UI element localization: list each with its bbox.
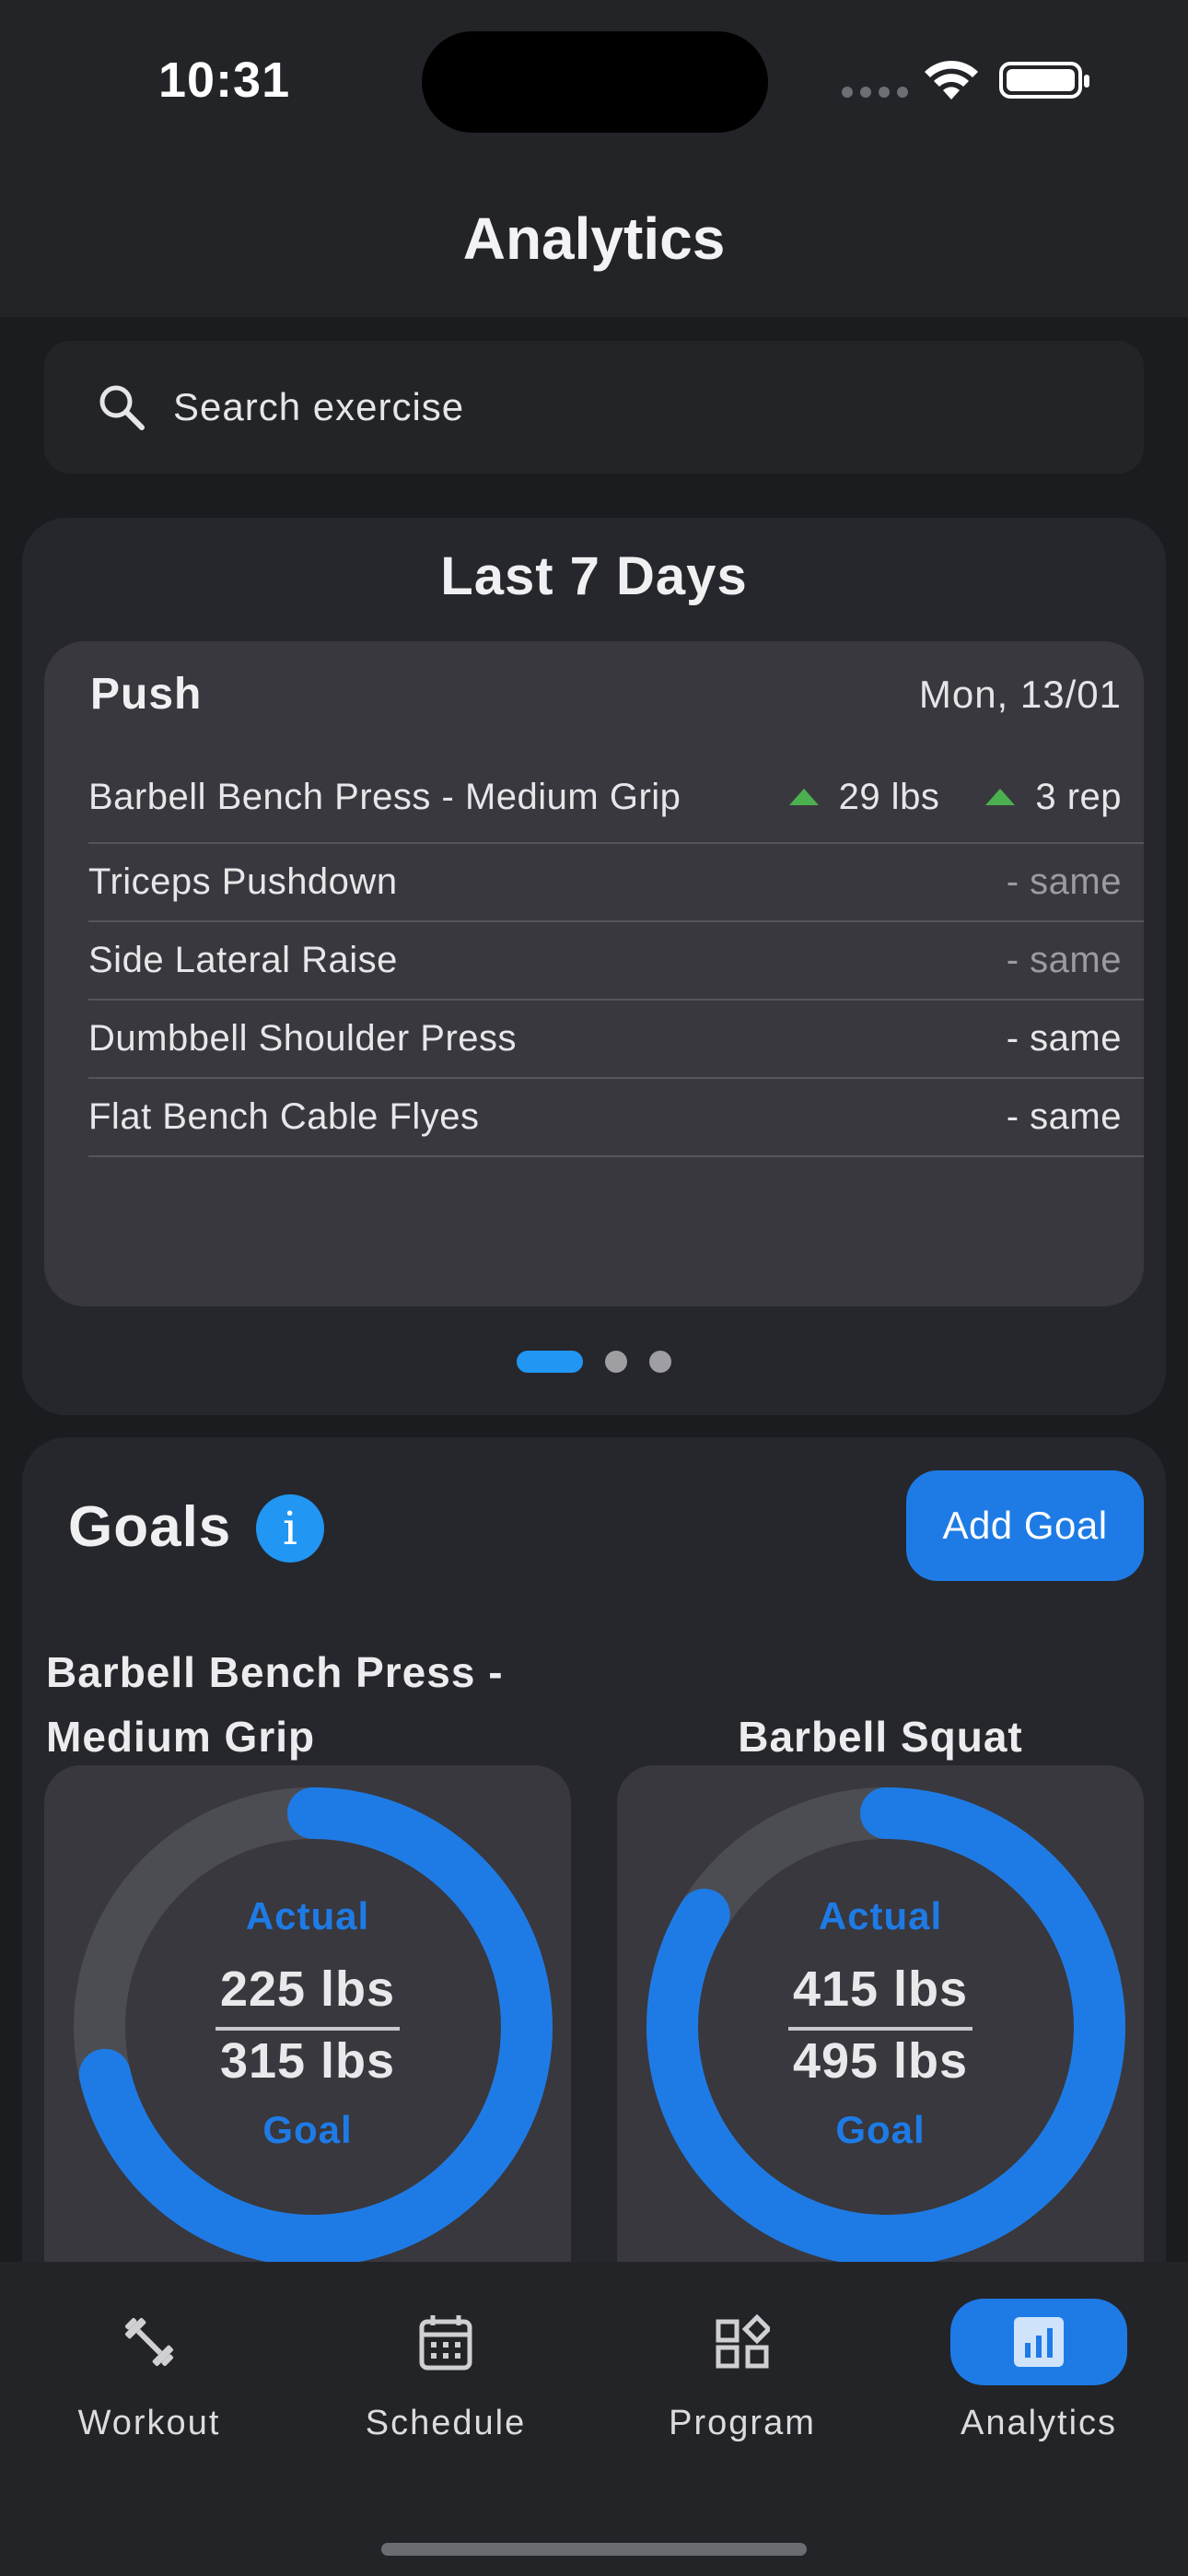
exercise-row[interactable]: Dumbbell Shoulder Press - same [88, 1001, 1144, 1079]
info-icon[interactable]: i [256, 1494, 324, 1563]
nav-label: Program [669, 2404, 816, 2442]
dynamic-island [422, 31, 768, 133]
goal-label: Goal [262, 2108, 353, 2151]
goal-label: Goal [835, 2108, 926, 2151]
fraction-divider [215, 2027, 400, 2031]
goals-title: Goals [68, 1495, 232, 1559]
weight-change: 29 lbs [838, 776, 940, 817]
dumbbell-icon [61, 2299, 238, 2385]
goal-progress-card[interactable]: Actual 415 lbs 495 lbs Goal [617, 1765, 1144, 2318]
nav-item-workout[interactable]: Workout [11, 2299, 287, 2443]
nav-label: Analytics [960, 2404, 1118, 2442]
exercise-name: Side Lateral Raise [88, 940, 398, 980]
exercise-change: - same [1006, 861, 1122, 902]
search-icon [99, 385, 145, 430]
exercise-name: Triceps Pushdown [88, 861, 398, 902]
bottom-navigation: Workout Schedule Program Analytics [0, 2262, 1188, 2576]
calendar-icon [357, 2299, 534, 2385]
workout-summary-card[interactable]: Push Mon, 13/01 Barbell Bench Press - Me… [44, 641, 1144, 1306]
goal-value: 495 lbs [792, 2033, 969, 2089]
actual-value: 415 lbs [792, 1961, 969, 2017]
workout-name: Push [90, 670, 203, 719]
exercise-row[interactable]: Triceps Pushdown - same [88, 844, 1144, 922]
exercise-name: Flat Bench Cable Flyes [88, 1096, 480, 1137]
page-dot[interactable] [605, 1351, 627, 1373]
exercise-row[interactable]: Barbell Bench Press - Medium Grip 29 lbs… [88, 752, 1144, 844]
page-dot-active[interactable] [517, 1351, 583, 1373]
exercise-name: Barbell Bench Press - Medium Grip [88, 776, 681, 817]
battery-icon [999, 62, 1089, 99]
actual-value: 225 lbs [219, 1961, 396, 2017]
page-indicator[interactable] [22, 1351, 1166, 1373]
nav-item-analytics[interactable]: Analytics [901, 2299, 1177, 2443]
exercise-progress: 29 lbs 3 rep [743, 777, 1122, 818]
increase-arrow-icon [788, 789, 819, 805]
search-bar[interactable] [44, 341, 1144, 474]
goal-progress-card[interactable]: Actual 225 lbs 315 lbs Goal [44, 1765, 571, 2318]
cellular-signal-icon [842, 87, 908, 98]
exercise-change: - same [1006, 1096, 1122, 1137]
exercise-change: - same [1006, 1018, 1122, 1059]
nav-item-schedule[interactable]: Schedule [308, 2299, 584, 2443]
last-7-days-card: Last 7 Days Push Mon, 13/01 Barbell Benc… [22, 518, 1166, 1415]
increase-arrow-icon [985, 789, 1016, 805]
last-7-days-title: Last 7 Days [440, 546, 748, 606]
home-indicator [381, 2543, 807, 2556]
exercise-row[interactable]: Flat Bench Cable Flyes - same [88, 1079, 1144, 1157]
add-goal-button[interactable]: Add Goal [906, 1470, 1144, 1581]
workout-date: Mon, 13/01 [918, 673, 1122, 716]
exercise-list: Barbell Bench Press - Medium Grip 29 lbs… [88, 752, 1144, 1157]
grid-shapes-icon [654, 2299, 831, 2385]
bar-chart-icon [950, 2299, 1127, 2385]
page-title: Analytics [462, 205, 726, 272]
actual-label: Actual [245, 1894, 370, 1938]
wifi-icon [925, 60, 978, 100]
nav-label: Workout [77, 2404, 221, 2442]
search-input[interactable] [173, 385, 1002, 429]
exercise-row[interactable]: Side Lateral Raise - same [88, 922, 1144, 1001]
reps-change: 3 rep [1035, 776, 1122, 817]
goal-value: 315 lbs [219, 2033, 396, 2089]
page-dot[interactable] [649, 1351, 671, 1373]
status-time: 10:31 [158, 53, 291, 108]
goal-exercise-name: Barbell Bench Press - Medium Grip [46, 1648, 504, 1761]
nav-label: Schedule [365, 2404, 527, 2442]
top-bar: 10:31 Analytics [0, 0, 1188, 317]
fraction-divider [788, 2027, 973, 2031]
exercise-name: Dumbbell Shoulder Press [88, 1018, 518, 1059]
actual-label: Actual [818, 1894, 943, 1938]
exercise-change: - same [1006, 940, 1122, 980]
goal-exercise-name: Barbell Squat [738, 1713, 1023, 1761]
nav-item-program[interactable]: Program [604, 2299, 880, 2443]
